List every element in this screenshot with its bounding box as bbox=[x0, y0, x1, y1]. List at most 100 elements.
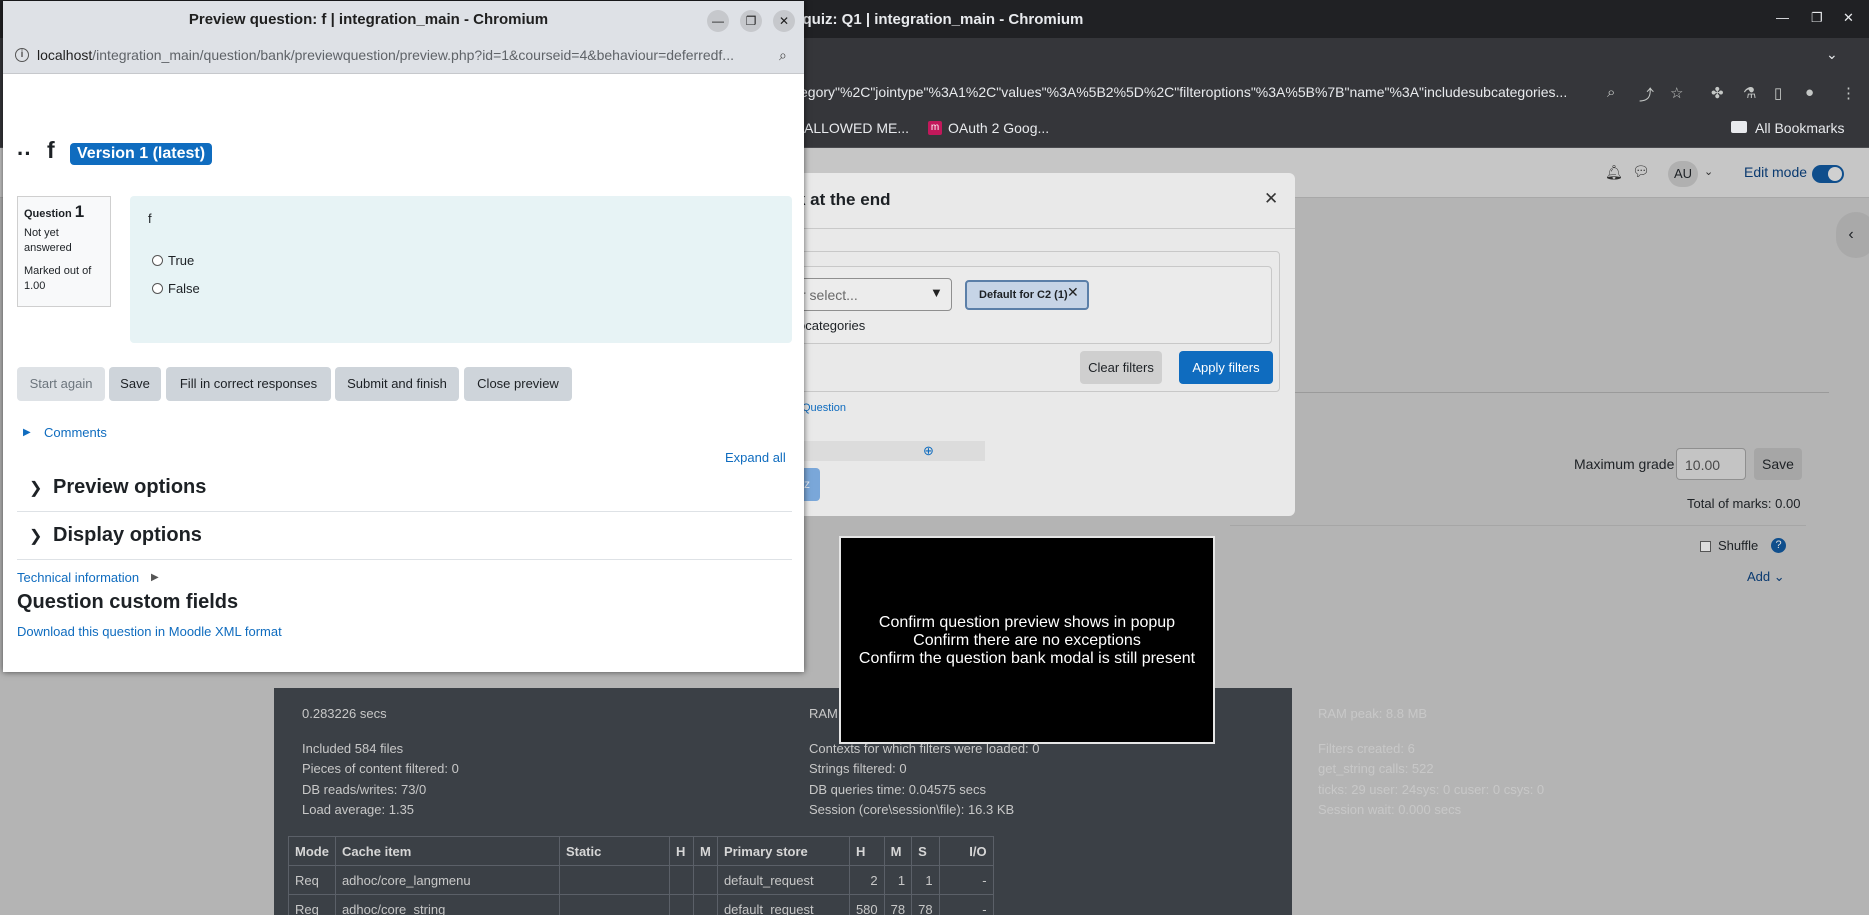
popup-close-icon[interactable]: ✕ bbox=[773, 10, 795, 32]
menu-kebab-icon[interactable]: ⋮ bbox=[1841, 84, 1856, 102]
table-cell bbox=[668, 894, 694, 915]
instruction-line: Confirm question preview shows in popup bbox=[878, 614, 1176, 631]
max-grade-input[interactable]: 10.00 bbox=[1676, 448, 1746, 480]
perf-session-wait: Session wait: 0.000 secs bbox=[1318, 802, 1462, 817]
profile-icon[interactable]: ● bbox=[1805, 84, 1814, 101]
add-menu-button[interactable]: Add ⌄ bbox=[1747, 569, 1785, 585]
shuffle-label: Shuffle bbox=[1718, 538, 1759, 553]
column-header: I/O bbox=[938, 836, 994, 866]
preview-options-chevron-icon[interactable]: ❯ bbox=[29, 478, 42, 498]
column-header: M bbox=[692, 836, 718, 866]
extensions-icon[interactable]: ✤ bbox=[1711, 84, 1724, 102]
notification-bell-icon[interactable]: 🔔︎ bbox=[1605, 164, 1623, 181]
question-text: f bbox=[148, 211, 152, 226]
question-info-box: Question 1 Not yet answered Marked out o… bbox=[17, 196, 111, 307]
clear-filters-button[interactable]: Clear filters bbox=[1080, 351, 1162, 384]
total-marks: Total of marks: 0.00 bbox=[1687, 496, 1801, 511]
maximize-icon[interactable]: ❐ bbox=[1811, 10, 1823, 26]
popup-maximize-icon[interactable]: ❐ bbox=[740, 10, 762, 32]
question-number: 1 bbox=[74, 202, 85, 221]
background-address-bar[interactable]: egory"%2C"jointype"%3A1%2C"values"%3A%5B… bbox=[800, 84, 1590, 100]
section-divider bbox=[17, 559, 792, 560]
shuffle-checkbox[interactable] bbox=[1700, 541, 1711, 552]
column-header: Static bbox=[558, 836, 670, 866]
column-header: Mode bbox=[288, 836, 336, 866]
table-cell: Req bbox=[288, 865, 336, 895]
comments-toggle[interactable]: Comments bbox=[44, 425, 107, 440]
apply-filters-button[interactable]: Apply filters bbox=[1179, 351, 1273, 384]
table-cell bbox=[668, 865, 694, 895]
perf-ticks: ticks: 29 user: 24sys: 0 cuser: 0 csys: … bbox=[1318, 782, 1545, 797]
question-state: Not yet answered bbox=[24, 227, 72, 254]
zoom-icon[interactable]: ⌕ bbox=[1607, 84, 1615, 101]
background-window-title: ng quiz: Q1 | integration_main - Chromiu… bbox=[780, 11, 1084, 28]
submit-finish-button[interactable]: Submit and finish bbox=[335, 367, 459, 401]
technical-information-link[interactable]: Technical information bbox=[17, 570, 139, 585]
category-select[interactable]: r select... bbox=[790, 278, 952, 311]
fill-correct-button[interactable]: Fill in correct responses bbox=[166, 367, 331, 401]
expand-all-link[interactable]: Expand all bbox=[725, 450, 786, 465]
bookmark-oauth[interactable]: OAuth 2 Goog... bbox=[948, 120, 1049, 136]
side-panel-icon[interactable]: ▯ bbox=[1774, 84, 1782, 102]
bookmark-all[interactable]: All Bookmarks bbox=[1755, 120, 1844, 136]
close-icon[interactable]: ✕ bbox=[1843, 10, 1854, 26]
table-cell: - bbox=[938, 894, 994, 915]
share-icon[interactable]: ⤴ bbox=[1639, 84, 1654, 105]
preview-zoom-icon[interactable]: ⊕ bbox=[923, 443, 934, 459]
user-menu-chevron-icon[interactable]: ⌄ bbox=[1704, 165, 1713, 178]
popup-url[interactable]: localhost/integration_main/question/bank… bbox=[37, 47, 767, 63]
edit-mode-label: Edit mode bbox=[1744, 164, 1808, 180]
display-options-heading[interactable]: Display options bbox=[53, 524, 202, 547]
popup-zoom-icon[interactable]: ⌕ bbox=[779, 47, 787, 64]
start-again-button[interactable]: Start again bbox=[17, 367, 105, 401]
option-true-label[interactable]: True bbox=[168, 253, 194, 268]
table-row: Req adhoc/core_string default_request 58… bbox=[288, 894, 994, 915]
bookmark-star-icon[interactable]: ☆ bbox=[1670, 84, 1683, 102]
help-icon[interactable]: ? bbox=[1771, 538, 1786, 553]
perf-strings-filtered: Strings filtered: 0 bbox=[809, 761, 907, 776]
user-avatar[interactable]: AU bbox=[1668, 161, 1698, 187]
preview-options-heading[interactable]: Preview options bbox=[53, 476, 206, 499]
minimize-icon[interactable]: — bbox=[1776, 10, 1789, 25]
perf-load-average: Load average: 1.35 bbox=[302, 802, 415, 817]
popup-title: Preview question: f | integration_main -… bbox=[188, 11, 549, 28]
table-cell: Req bbox=[288, 894, 336, 915]
column-header: Primary store bbox=[716, 836, 850, 866]
table-cell: 2 bbox=[848, 865, 885, 895]
download-xml-link[interactable]: Download this question in Moodle XML for… bbox=[17, 624, 282, 639]
url-host: localhost bbox=[37, 47, 93, 63]
remove-pill-icon[interactable]: ✕ bbox=[1067, 284, 1079, 301]
table-cell: 78 bbox=[883, 894, 913, 915]
lab-flask-icon[interactable]: ⚗ bbox=[1743, 84, 1756, 102]
cache-table: Mode Cache item Static H M Primary store… bbox=[288, 836, 994, 915]
table-cell bbox=[558, 894, 670, 915]
comments-caret-icon[interactable]: ▶ bbox=[23, 427, 31, 438]
technical-information-caret-icon[interactable]: ▶ bbox=[151, 572, 159, 583]
table-cell: adhoc/core_langmenu bbox=[334, 865, 560, 895]
table-cell: 78 bbox=[911, 894, 940, 915]
drawer-toggle-chevron-icon[interactable]: ‹ bbox=[1836, 212, 1869, 258]
max-grade-save-button[interactable]: Save bbox=[1754, 448, 1802, 480]
bookmark-allowed[interactable]: ALLOWED ME... bbox=[804, 120, 909, 136]
messages-icon[interactable]: 💬︎ bbox=[1632, 163, 1650, 180]
question-sort-link[interactable]: Question bbox=[802, 402, 846, 414]
test-instructions-overlay: Confirm question preview shows in popup … bbox=[839, 536, 1215, 744]
popup-minimize-icon[interactable]: — bbox=[707, 10, 729, 32]
perf-get-string: get_string calls: 522 bbox=[1318, 761, 1434, 776]
question-content-box bbox=[130, 196, 792, 343]
radio-false[interactable] bbox=[152, 283, 163, 294]
display-options-chevron-icon[interactable]: ❯ bbox=[29, 526, 42, 546]
tab-search-chevron-icon[interactable]: ⌄ bbox=[1826, 46, 1838, 63]
site-info-icon[interactable]: i bbox=[15, 48, 29, 62]
close-preview-button[interactable]: Close preview bbox=[464, 367, 572, 401]
url-path: /integration_main/question/bank/previewq… bbox=[92, 47, 734, 63]
column-header: H bbox=[848, 836, 885, 866]
radio-true[interactable] bbox=[152, 255, 163, 266]
save-button[interactable]: Save bbox=[109, 367, 161, 401]
edit-mode-toggle[interactable] bbox=[1812, 165, 1844, 183]
option-false-label[interactable]: False bbox=[168, 281, 200, 296]
instruction-line: Confirm there are no exceptions bbox=[913, 632, 1141, 649]
table-cell: - bbox=[938, 865, 994, 895]
table-cell: 580 bbox=[848, 894, 885, 915]
modal-close-icon[interactable]: ✕ bbox=[1264, 189, 1278, 209]
